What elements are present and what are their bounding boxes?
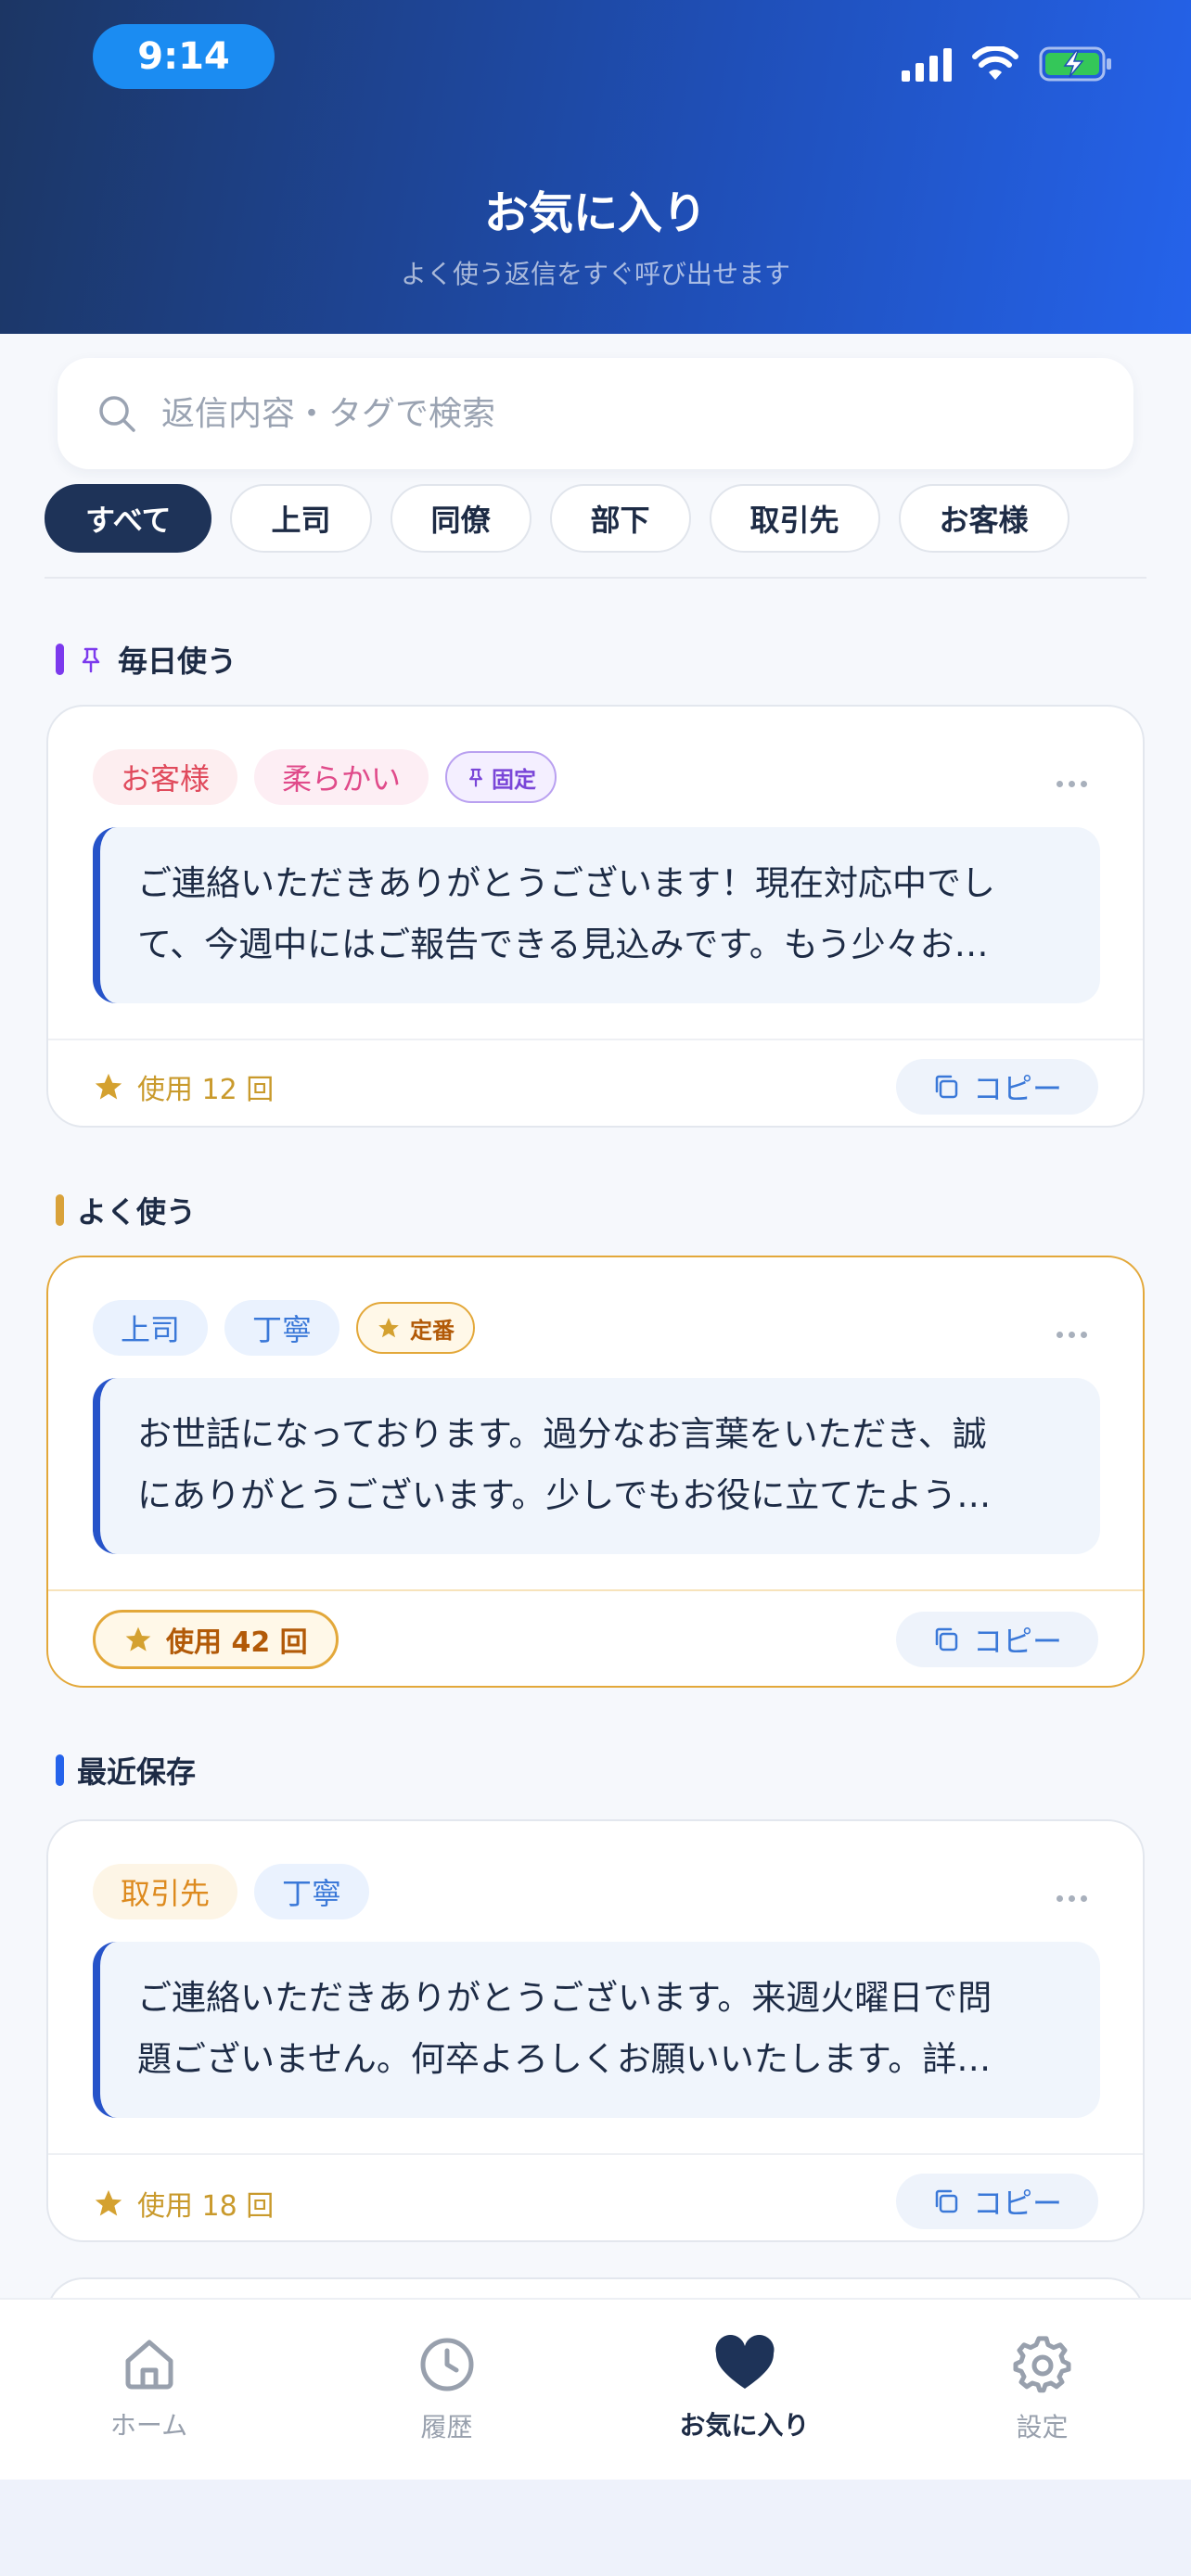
status-time: 9:14 (93, 24, 275, 89)
section-header-daily: 毎日使う (56, 638, 237, 681)
nav-label: 履歴 (420, 2412, 473, 2442)
more-options-icon[interactable] (1057, 1895, 1087, 1902)
standard-badge-label: 定番 (410, 1317, 455, 1344)
favorite-card-featured[interactable]: 上司 丁寧 定番 お世話になっております。過分なお言葉をいただき、誠 にありがと… (46, 1256, 1145, 1688)
star-icon (378, 1318, 399, 1338)
section-accent-bar (56, 1194, 64, 1226)
filter-chip-all[interactable]: すべて (45, 484, 212, 553)
filter-chips: すべて 上司 同僚 部下 取引先 お客様 (45, 484, 1069, 553)
card-tags: 取引先 丁寧 (93, 1864, 370, 1919)
more-options-icon[interactable] (1057, 1332, 1087, 1338)
copy-icon (935, 2189, 958, 2213)
section-header-frequent: よく使う (56, 1189, 196, 1231)
more-options-icon[interactable] (1057, 781, 1087, 787)
section-label: よく使う (77, 1194, 197, 1230)
usage-count-label: 使用 42 回 (166, 1626, 308, 1659)
star-icon (125, 1626, 151, 1651)
cellular-signal-icon (902, 46, 952, 82)
card-divider (48, 1039, 1143, 1040)
bottom-nav: ホーム 履歴 お気に入り 設定 (0, 2298, 1191, 2480)
tag-polite: 丁寧 (254, 1864, 370, 1919)
copy-button[interactable]: コピー (896, 1059, 1098, 1115)
tag-soft: 柔らかい (254, 749, 429, 805)
reply-text-line: て、今週中にはご報告できる見込みです。もう少々お… (137, 925, 989, 964)
copy-button[interactable]: コピー (896, 1612, 1098, 1667)
gear-icon (1013, 2336, 1070, 2393)
card-tags: お客様 柔らかい 固定 (93, 749, 557, 805)
page-title: お気に入り (483, 187, 707, 239)
reply-text-line: ご連絡いただきありがとうございます。来週火曜日で問 (137, 1978, 992, 2018)
card-divider (48, 2153, 1143, 2155)
tag-customer: お客様 (93, 749, 238, 805)
clock-icon (420, 2338, 473, 2391)
favorite-card[interactable]: お客様 柔らかい 固定 ご連絡いただきありがとうございます！現在対応中でし て、… (46, 705, 1145, 1128)
section-label: 最近保存 (77, 1754, 197, 1790)
pin-icon (82, 647, 100, 673)
reply-text-line: お世話になっております。過分なお言葉をいただき、誠 (137, 1414, 987, 1454)
filter-chip-boss[interactable]: 上司 (230, 484, 372, 553)
nav-item-history[interactable]: 履歴 (298, 2300, 596, 2480)
copy-button-label: コピー (972, 2186, 1062, 2221)
reply-text: ご連絡いただきありがとうございます！現在対応中でし て、今週中にはご報告できる見… (93, 827, 1100, 1003)
tag-client: 取引先 (93, 1864, 238, 1919)
card-divider (48, 1589, 1143, 1591)
usage-count: 使用 18 回 (93, 2183, 274, 2224)
search-input[interactable] (161, 394, 1089, 433)
nav-item-favorites[interactable]: お気に入り (596, 2300, 893, 2480)
filter-chip-colleague[interactable]: 同僚 (390, 484, 531, 553)
nav-label: お気に入り (679, 2410, 810, 2441)
heart-icon (715, 2335, 774, 2389)
header: 9:14 お気に入り よく使う返信をすぐ呼び出せます (0, 0, 1191, 334)
status-icons (902, 41, 1113, 87)
reply-text-line: ご連絡いただきありがとうございます！現在対応中でし (137, 863, 995, 903)
home-icon (125, 2340, 173, 2390)
usage-count-label: 使用 12 回 (137, 1074, 275, 1106)
battery-charging-icon (1039, 46, 1111, 82)
section-header-recent: 最近保存 (56, 1749, 196, 1792)
tag-polite: 丁寧 (224, 1300, 340, 1356)
reply-text: お世話になっております。過分なお言葉をいただき、誠 にありがとうございます。少し… (93, 1378, 1100, 1554)
divider (45, 577, 1146, 579)
tag-boss: 上司 (93, 1300, 209, 1356)
app-screen: 9:14 お気に入り よく使う返信をすぐ呼び出せます 返信内容・タグで検索 すべ… (0, 0, 1191, 2576)
usage-count: 使用 42 回 (93, 1610, 339, 1669)
pinned-badge: 固定 (445, 751, 557, 803)
copy-button-label: コピー (972, 1071, 1062, 1106)
section-accent-bar (56, 644, 64, 675)
copy-button[interactable]: コピー (896, 2174, 1098, 2229)
usage-count: 使用 12 回 (93, 1066, 274, 1107)
card-tags: 上司 丁寧 定番 (93, 1300, 476, 1356)
reply-text: ご連絡いただきありがとうございます。来週火曜日で問 題ございません。何卒よろしく… (93, 1942, 1100, 2118)
star-icon (95, 1073, 122, 1100)
reply-text-line: にありがとうございます。少しでもお役に立てたよう… (137, 1475, 992, 1515)
copy-icon (935, 1627, 958, 1651)
star-icon (95, 2189, 122, 2216)
filter-chip-client[interactable]: 取引先 (709, 484, 880, 553)
nav-label: 設定 (1016, 2412, 1069, 2442)
section-accent-bar (56, 1754, 64, 1786)
nav-item-settings[interactable]: 設定 (893, 2300, 1191, 2480)
filter-chip-subordinate[interactable]: 部下 (549, 484, 691, 553)
page-subtitle: よく使う返信をすぐ呼び出せます (400, 259, 790, 289)
pin-icon (469, 768, 482, 787)
copy-button-label: コピー (972, 1624, 1062, 1659)
nav-item-home[interactable]: ホーム (0, 2300, 298, 2480)
usage-count-label: 使用 18 回 (137, 2190, 275, 2223)
pinned-badge-label: 固定 (492, 766, 537, 793)
home-indicator-area (0, 2480, 1191, 2576)
nav-label: ホーム (109, 2410, 188, 2441)
filter-chip-customer[interactable]: お客様 (898, 484, 1069, 553)
search-bar[interactable] (58, 358, 1133, 469)
search-icon (99, 396, 135, 432)
standard-badge: 定番 (356, 1302, 476, 1354)
section-label: 毎日使う (118, 644, 237, 679)
favorite-card[interactable]: 取引先 丁寧 ご連絡いただきありがとうございます。来週火曜日で問 題ございません… (46, 1819, 1145, 2242)
copy-icon (935, 1075, 958, 1099)
wifi-icon (972, 46, 1018, 80)
reply-text-line: 題ございません。何卒よろしくお願いいたします。詳… (137, 2039, 992, 2079)
